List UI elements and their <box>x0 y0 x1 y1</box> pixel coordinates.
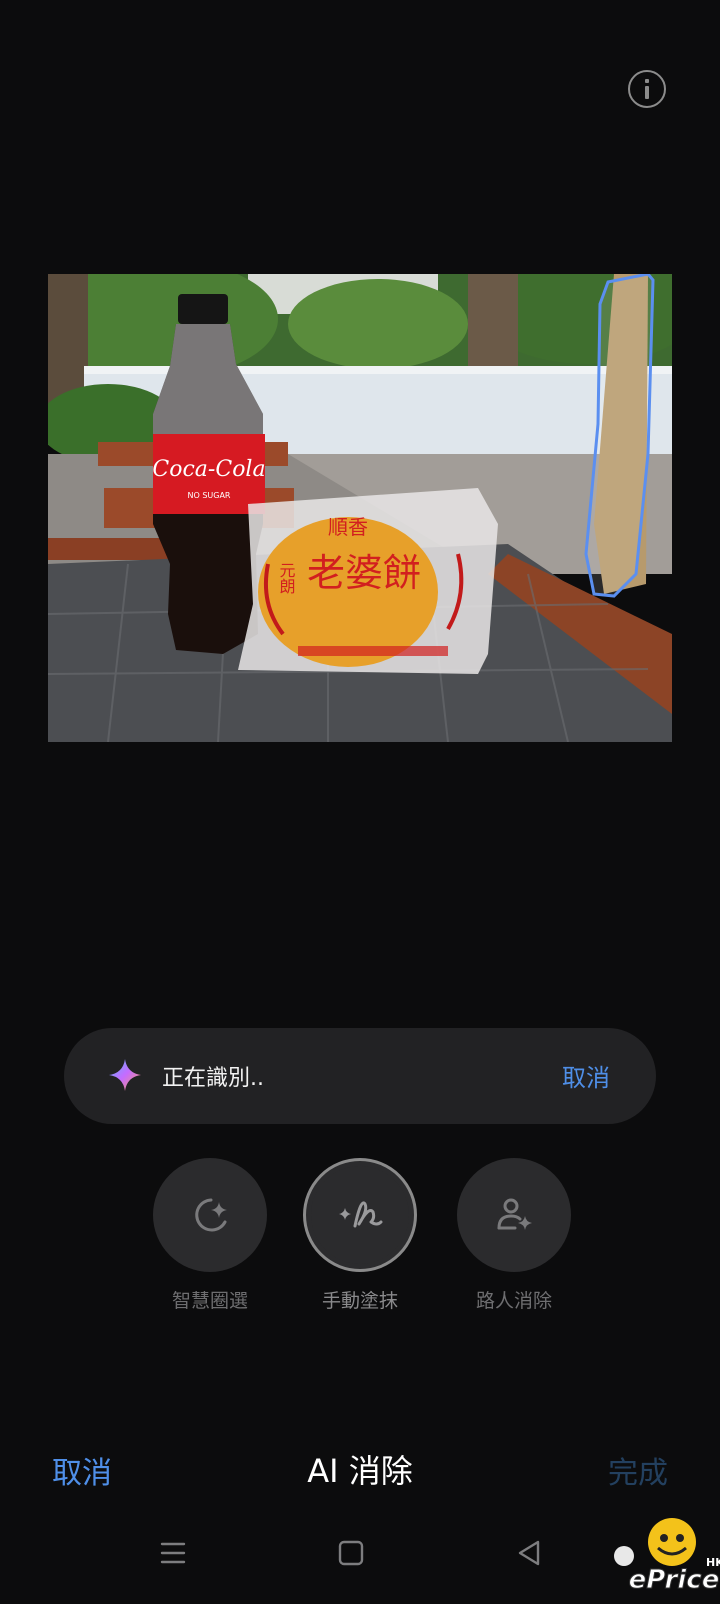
remove-person-icon <box>497 1198 532 1230</box>
smart-select-icon <box>195 1198 227 1232</box>
smart-select-button[interactable] <box>153 1158 267 1272</box>
edited-photo[interactable]: Coca-Cola NO SUGAR 順香 元朗 老婆餅 <box>48 274 672 742</box>
tool-smart-select[interactable]: 智慧圈選 <box>153 1158 267 1313</box>
remove-person-button[interactable] <box>457 1158 571 1272</box>
tool-remove-person[interactable]: 路人消除 <box>457 1158 571 1313</box>
bottle-sublabel-text: NO SUGAR <box>188 491 231 500</box>
tool-label: 智慧圈選 <box>171 1290 248 1312</box>
watermark-brand: ePrice <box>629 1565 720 1595</box>
package-main-text: 老婆餅 <box>307 551 421 595</box>
status-cancel-button[interactable]: 取消 <box>562 1058 610 1093</box>
package-side-text: 元朗 <box>277 562 296 595</box>
tool-label: 路人消除 <box>475 1290 552 1312</box>
package-top-text: 順香 <box>328 515 368 539</box>
menu-icon[interactable] <box>160 1540 186 1566</box>
back-icon[interactable] <box>516 1540 542 1566</box>
status-text: 正在識別.. <box>162 1066 264 1091</box>
info-icon[interactable] <box>628 70 666 108</box>
status-bar: 正在識別.. 取消 <box>64 1028 656 1124</box>
sparkle-icon <box>109 1059 141 1091</box>
bottle-logo-text: Coca-Cola <box>152 457 265 482</box>
watermark-region: HK <box>706 1556 720 1569</box>
done-button[interactable]: 完成 <box>608 1448 668 1492</box>
brush-icon <box>339 1201 383 1228</box>
home-icon[interactable] <box>338 1540 364 1566</box>
tool-brush[interactable]: 手動塗抹 <box>303 1158 417 1313</box>
eprice-watermark-logo: ePrice HK <box>614 1518 720 1596</box>
tool-label: 手動塗抹 <box>321 1290 398 1312</box>
brush-button[interactable] <box>303 1158 417 1272</box>
